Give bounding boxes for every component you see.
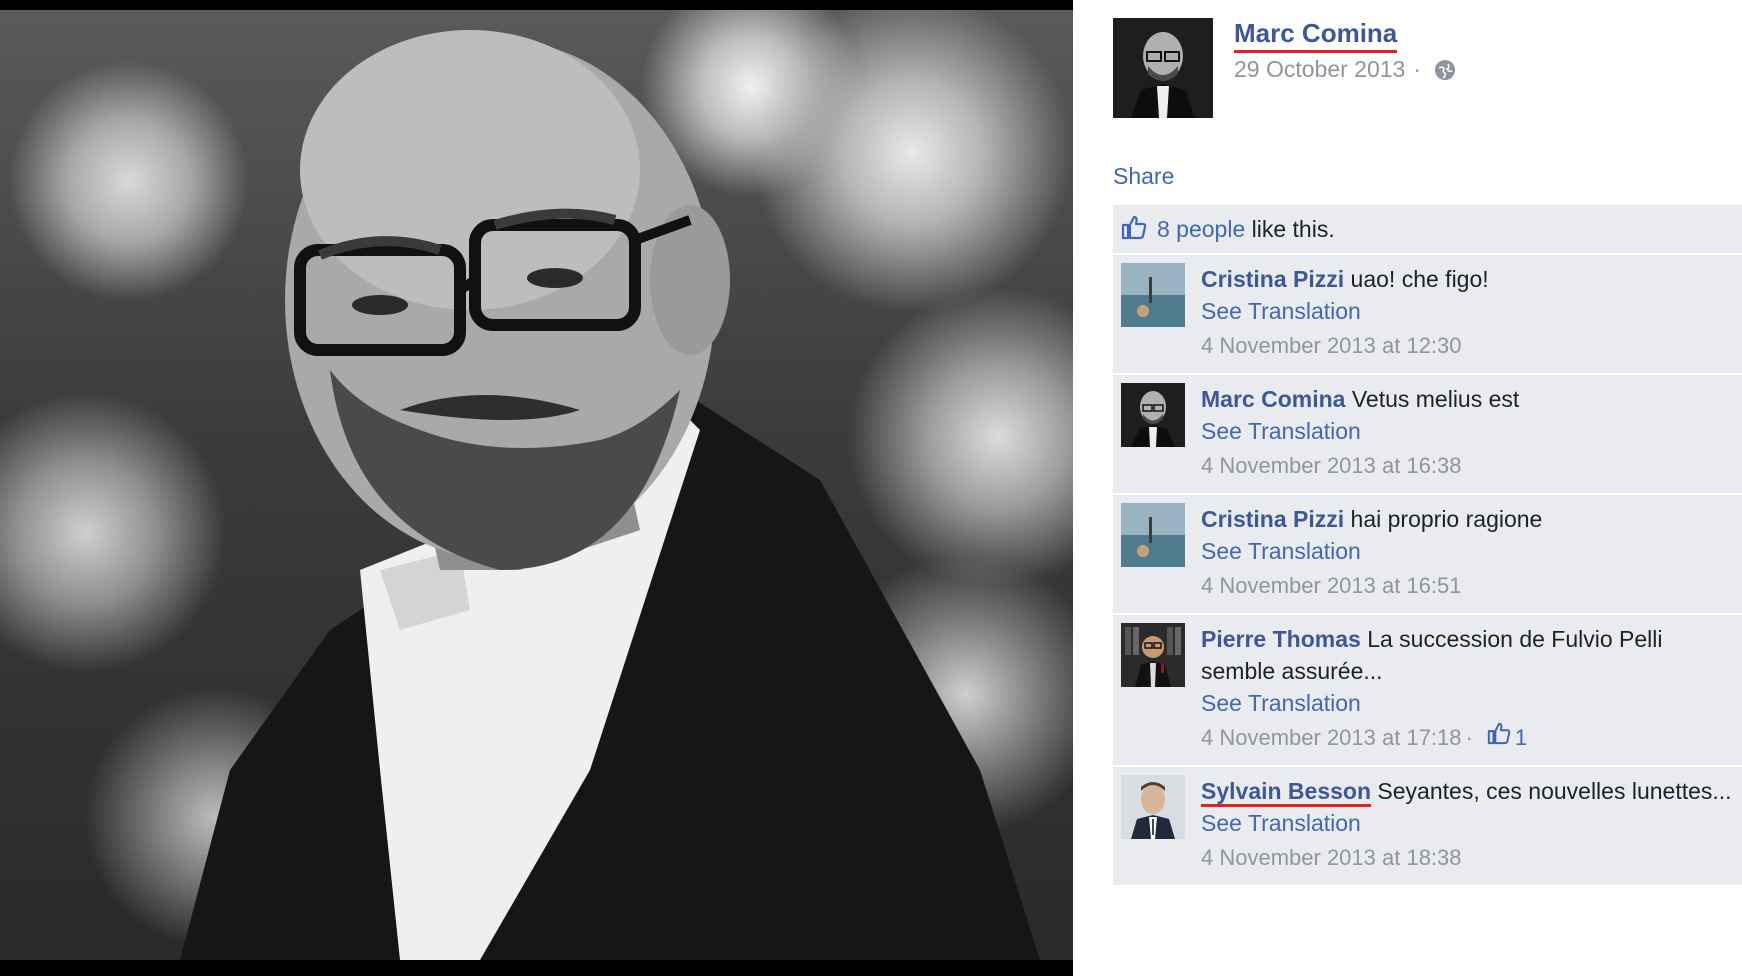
thumbs-up-icon <box>1121 214 1147 245</box>
comment-timestamp: 4 November 2013 at 12:30 <box>1201 329 1732 363</box>
comment-item: Sylvain Besson Seyantes, ces nouvelles l… <box>1113 767 1742 885</box>
comment-text-block: Cristina Pizzi hai proprio ragione <box>1201 503 1732 535</box>
likes-suffix: like this. <box>1251 215 1335 242</box>
thumbs-up-icon <box>1487 721 1511 755</box>
author-portrait-thumbnail <box>1113 18 1213 118</box>
comment-text: Seyantes, ces nouvelles lunettes... <box>1377 778 1732 804</box>
meta-separator: · <box>1413 56 1422 82</box>
see-translation-link[interactable]: See Translation <box>1201 687 1732 719</box>
globe-icon[interactable] <box>1435 59 1456 80</box>
comment-text-block: Pierre Thomas La succession de Fulvio Pe… <box>1201 623 1732 687</box>
wine-photo-avatar[interactable] <box>1121 623 1185 687</box>
comment-item: Marc Comina Vetus melius est See Transla… <box>1113 375 1742 493</box>
post-meta: 29 October 2013 · <box>1234 56 1456 83</box>
likes-count-link[interactable]: 8 people <box>1157 216 1245 242</box>
comment-author-link[interactable]: Sylvain Besson <box>1201 778 1372 807</box>
comment-likes-count: 1 <box>1514 725 1528 750</box>
see-translation-link[interactable]: See Translation <box>1201 415 1732 447</box>
comment-text: Vetus melius est <box>1351 386 1520 412</box>
suit-portrait-avatar[interactable] <box>1121 775 1185 839</box>
comment-likes[interactable]: 1 <box>1487 721 1527 755</box>
comment-time-link[interactable]: 4 November 2013 at 18:38 <box>1201 841 1462 875</box>
comment-item: Pierre Thomas La succession de Fulvio Pe… <box>1113 615 1742 765</box>
author-avatar[interactable] <box>1113 18 1213 118</box>
likes-summary: 8 people like this. <box>1113 205 1742 253</box>
post-date[interactable]: 29 October 2013 <box>1234 56 1405 83</box>
comment-item: Cristina Pizzi hai proprio ragione See T… <box>1113 495 1742 613</box>
see-translation-link[interactable]: See Translation <box>1201 807 1732 839</box>
post-author-link[interactable]: Marc Comina <box>1234 18 1398 53</box>
comment-timestamp: 4 November 2013 at 17:18 · 1 <box>1201 721 1732 755</box>
photo-viewer[interactable] <box>0 0 1073 976</box>
comment-timestamp: 4 November 2013 at 18:38 <box>1201 841 1732 875</box>
portrait-avatar[interactable] <box>1121 383 1185 447</box>
comment-timestamp: 4 November 2013 at 16:38 <box>1201 449 1732 483</box>
sea-photo-avatar[interactable] <box>1121 263 1185 327</box>
comment-timestamp: 4 November 2013 at 16:51 <box>1201 569 1732 603</box>
comment-time-link[interactable]: 4 November 2013 at 12:30 <box>1201 329 1462 363</box>
see-translation-link[interactable]: See Translation <box>1201 535 1732 567</box>
comment-text-block: Sylvain Besson Seyantes, ces nouvelles l… <box>1201 775 1732 807</box>
likes-separator: · <box>1465 725 1473 750</box>
comment-list: Cristina Pizzi uao! che figo! See Transl… <box>1113 255 1742 887</box>
post-photo[interactable] <box>0 10 1073 960</box>
post-sidebar: Marc Comina 29 October 2013 · Share 8 pe… <box>1073 0 1742 976</box>
comment-text-block: Marc Comina Vetus melius est <box>1201 383 1732 415</box>
comment-author-link[interactable]: Cristina Pizzi <box>1201 266 1344 292</box>
share-button[interactable]: Share <box>1113 163 1174 190</box>
comment-time-link[interactable]: 4 November 2013 at 16:51 <box>1201 569 1462 603</box>
portrait-illustration <box>180 30 1040 960</box>
sea-photo-avatar[interactable] <box>1121 503 1185 567</box>
comment-author-link[interactable]: Pierre Thomas <box>1201 626 1361 652</box>
comment-text: hai proprio ragione <box>1350 506 1543 532</box>
comment-item: Cristina Pizzi uao! che figo! See Transl… <box>1113 255 1742 373</box>
comment-author-link[interactable]: Marc Comina <box>1201 386 1345 412</box>
comment-time-link[interactable]: 4 November 2013 at 17:18 <box>1201 721 1462 755</box>
comment-text: uao! che figo! <box>1350 266 1489 292</box>
comment-time-link[interactable]: 4 November 2013 at 16:38 <box>1201 449 1462 483</box>
see-translation-link[interactable]: See Translation <box>1201 295 1732 327</box>
comment-author-link[interactable]: Cristina Pizzi <box>1201 506 1344 532</box>
comment-text-block: Cristina Pizzi uao! che figo! <box>1201 263 1732 295</box>
likes-text: 8 people like this. <box>1157 216 1335 243</box>
